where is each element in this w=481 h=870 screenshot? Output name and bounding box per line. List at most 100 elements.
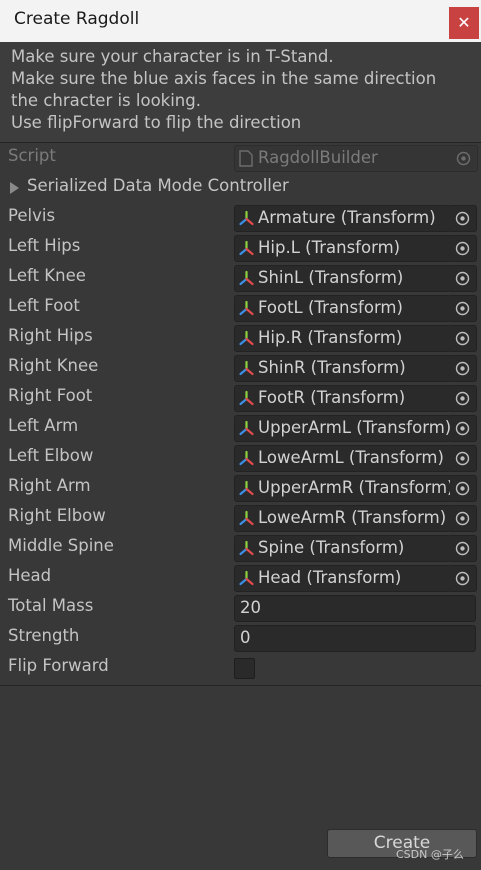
flip-forward-checkbox[interactable] [234, 658, 255, 679]
script-row: Script RagdollBuilder [0, 143, 481, 173]
transform-field[interactable]: Hip.R (Transform) [234, 325, 451, 352]
bone-label: Right Hips [8, 326, 93, 345]
object-picker-button[interactable] [450, 355, 477, 382]
close-button[interactable]: ✕ [449, 7, 479, 39]
transform-field[interactable]: Spine (Transform) [234, 535, 451, 562]
bone-label: Right Arm [8, 476, 91, 495]
object-picker-button[interactable] [450, 235, 477, 262]
bone-row: Right Hips Hip.R (Transform) [0, 323, 481, 353]
object-picker-icon [455, 331, 470, 346]
help-line: Make sure your character is in T-Stand. [11, 47, 334, 66]
transform-field[interactable]: Armature (Transform) [234, 205, 451, 232]
transform-field[interactable]: FootL (Transform) [234, 295, 451, 322]
transform-field[interactable]: LoweArmL (Transform) [234, 445, 451, 472]
transform-value: UpperArmR (Transform) [258, 478, 451, 497]
help-line: Use flipForward to flip the direction [11, 113, 302, 132]
object-picker-button[interactable] [450, 205, 477, 232]
watermark: CSDN @子么 [396, 848, 464, 861]
bone-row: Right Knee ShinR (Transform) [0, 353, 481, 383]
transform-value: Armature (Transform) [258, 208, 436, 227]
object-picker-icon [455, 541, 470, 556]
help-line: Make sure the blue axis faces in the sam… [11, 69, 437, 88]
object-picker-button[interactable] [450, 325, 477, 352]
transform-field[interactable]: UpperArmL (Transform) [234, 415, 451, 442]
bone-label: Left Hips [8, 236, 81, 255]
bone-row: Head Head (Transform) [0, 563, 481, 593]
strength-input[interactable]: 0 [234, 625, 476, 652]
transform-value: FootL (Transform) [258, 298, 403, 317]
bone-row: Right Elbow LoweArmR (Transform) [0, 503, 481, 533]
transform-axis-icon [239, 360, 254, 376]
transform-axis-icon [239, 390, 254, 406]
transform-value: Hip.L (Transform) [258, 238, 401, 257]
transform-field[interactable]: FootR (Transform) [234, 385, 451, 412]
separator [0, 685, 481, 686]
transform-field[interactable]: ShinL (Transform) [234, 265, 451, 292]
bone-row: Left Foot FootL (Transform) [0, 293, 481, 323]
object-picker-button[interactable] [450, 295, 477, 322]
object-picker-icon [455, 481, 470, 496]
bone-row: Right Arm UpperArmR (Transform) [0, 473, 481, 503]
total-mass-value: 20 [240, 598, 261, 617]
script-value: RagdollBuilder [258, 148, 378, 167]
object-picker-icon [455, 421, 470, 436]
help-box: Make sure your character is in T-Stand. … [0, 42, 481, 143]
total-mass-label: Total Mass [8, 596, 94, 615]
transform-value: LoweArmL (Transform) [258, 448, 444, 467]
strength-value: 0 [240, 628, 251, 647]
bone-row: Right Foot FootR (Transform) [0, 383, 481, 413]
transform-value: ShinR (Transform) [258, 358, 406, 377]
transform-field[interactable]: LoweArmR (Transform) [234, 505, 451, 532]
object-picker-icon [455, 391, 470, 406]
transform-axis-icon [239, 270, 254, 286]
transform-axis-icon [239, 510, 254, 526]
strength-label: Strength [8, 626, 80, 645]
object-picker-button[interactable] [450, 415, 477, 442]
bone-label: Middle Spine [8, 536, 114, 555]
transform-axis-icon [239, 480, 254, 496]
object-picker-button[interactable] [450, 445, 477, 472]
object-picker-icon [456, 151, 471, 166]
bone-label: Right Knee [8, 356, 99, 375]
transform-axis-icon [239, 240, 254, 256]
bone-label: Left Knee [8, 266, 86, 285]
flip-forward-label: Flip Forward [8, 656, 109, 675]
object-picker-button[interactable] [450, 475, 477, 502]
script-label: Script [8, 146, 56, 165]
bone-label: Pelvis [8, 206, 56, 225]
bone-row: Left Arm UpperArmL (Transform) [0, 413, 481, 443]
object-picker-icon [455, 211, 470, 226]
transform-field[interactable]: UpperArmR (Transform) [234, 475, 451, 502]
foldout-serialized-data-mode[interactable]: Serialized Data Mode Controller [0, 173, 481, 203]
transform-field[interactable]: Hip.L (Transform) [234, 235, 451, 262]
transform-value: Spine (Transform) [258, 538, 405, 557]
bone-label: Right Elbow [8, 506, 106, 525]
transform-value: FootR (Transform) [258, 388, 406, 407]
object-picker-icon [455, 361, 470, 376]
bone-label: Left Arm [8, 416, 79, 435]
window-title: Create Ragdoll [14, 9, 140, 29]
transform-axis-icon [239, 570, 254, 586]
transform-axis-icon [239, 300, 254, 316]
flip-forward-row: Flip Forward [0, 653, 481, 683]
bone-row: Middle Spine Spine (Transform) [0, 533, 481, 563]
object-picker-button[interactable] [450, 265, 477, 292]
total-mass-row: Total Mass 20 [0, 593, 481, 623]
object-picker-button[interactable] [450, 505, 477, 532]
object-picker-icon [455, 571, 470, 586]
transform-value: Head (Transform) [258, 568, 402, 587]
foldout-arrow-icon [10, 182, 19, 194]
total-mass-input[interactable]: 20 [234, 595, 476, 622]
object-picker-button[interactable] [450, 535, 477, 562]
bone-row: Left Elbow LoweArmL (Transform) [0, 443, 481, 473]
foldout-label: Serialized Data Mode Controller [27, 176, 289, 195]
bone-label: Left Foot [8, 296, 80, 315]
object-picker-button[interactable] [450, 385, 477, 412]
transform-value: UpperArmL (Transform) [258, 418, 451, 437]
script-file-icon [239, 150, 253, 167]
transform-field[interactable]: Head (Transform) [234, 565, 451, 592]
transform-field[interactable]: ShinR (Transform) [234, 355, 451, 382]
object-picker-icon [455, 241, 470, 256]
object-picker-button[interactable] [450, 565, 477, 592]
script-field: RagdollBuilder [234, 145, 478, 172]
